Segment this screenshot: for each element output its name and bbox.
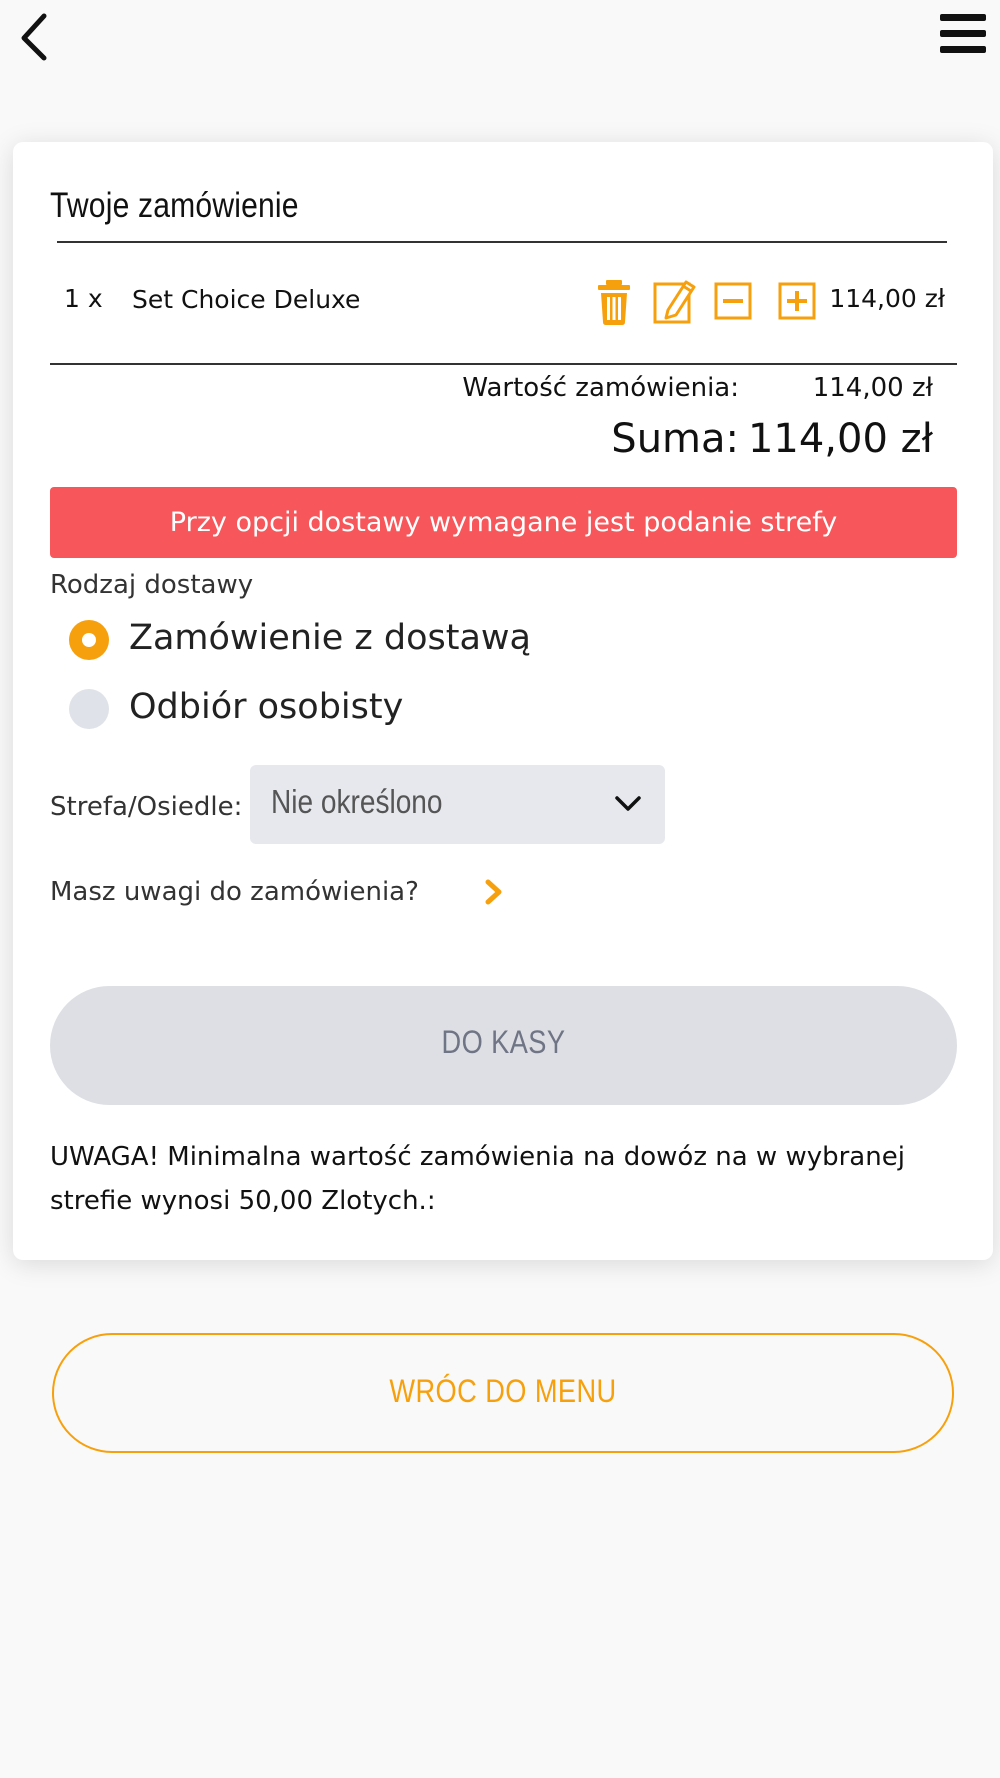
delivery-option-delivery[interactable]: Zamówienie z dostawą: [50, 610, 650, 670]
order-title: Twoje zamówienie: [50, 186, 299, 225]
item-price: 114,00 zł: [829, 284, 945, 313]
menu-button[interactable]: [936, 12, 988, 56]
increase-quantity-button[interactable]: [773, 272, 821, 328]
checkout-button-label: DO KASY: [441, 1024, 566, 1060]
radio-selected-icon[interactable]: [69, 620, 109, 660]
zone-selected-value: Nie określono: [271, 783, 443, 820]
radio-unselected-icon[interactable]: [69, 689, 109, 729]
item-name: Set Choice Deluxe: [132, 285, 361, 314]
remove-item-button[interactable]: [590, 272, 638, 328]
minus-icon: [714, 282, 752, 320]
checkout-button[interactable]: DO KASY: [50, 986, 957, 1105]
zone-select[interactable]: Nie określono: [250, 765, 665, 844]
item-quantity: 1 x: [64, 284, 103, 313]
hamburger-menu-icon: [940, 14, 986, 53]
delivery-type-label: Rodzaj dostawy: [50, 570, 254, 600]
zone-label: Strefa/Osiedle:: [50, 792, 243, 822]
total-value: 114,00 zł: [747, 416, 933, 462]
total-label: Suma:: [611, 416, 739, 462]
title-divider: [57, 241, 947, 243]
order-item-row: 1 x Set Choice Deluxe 114,00 zł: [50, 272, 957, 332]
delivery-option-label: Odbiór osobisty: [129, 687, 404, 727]
subtotal-label: Wartość zamówienia:: [462, 373, 739, 403]
top-bar: [0, 0, 1000, 80]
back-to-menu-button[interactable]: WRÓC DO MENU: [52, 1333, 954, 1453]
delivery-zone-error-alert: Przy opcji dostawy wymagane jest podanie…: [50, 487, 957, 558]
chevron-left-icon: [21, 13, 47, 61]
order-notes-toggle[interactable]: Masz uwagi do zamówienia?: [50, 870, 550, 920]
back-button[interactable]: [14, 8, 62, 68]
minimum-order-warning: UWAGA! Minimalna wartość zamówienia na d…: [50, 1142, 905, 1216]
order-card: Twoje zamówienie 1 x Set Choice Deluxe 1…: [13, 142, 993, 1260]
order-notes-label: Masz uwagi do zamówienia?: [50, 877, 419, 907]
delivery-option-label: Zamówienie z dostawą: [129, 618, 531, 658]
chevron-right-icon: [485, 879, 502, 905]
edit-icon: [653, 280, 696, 324]
decrease-quantity-button[interactable]: [709, 272, 757, 328]
delivery-option-pickup[interactable]: Odbiór osobisty: [50, 679, 650, 739]
chevron-down-icon: [615, 796, 641, 811]
back-to-menu-label: WRÓC DO MENU: [389, 1373, 617, 1409]
edit-item-button[interactable]: [650, 272, 698, 328]
items-divider: [50, 363, 957, 365]
trash-icon: [598, 280, 630, 325]
plus-icon: [778, 282, 816, 320]
subtotal-value: 114,00 zł: [812, 373, 933, 403]
